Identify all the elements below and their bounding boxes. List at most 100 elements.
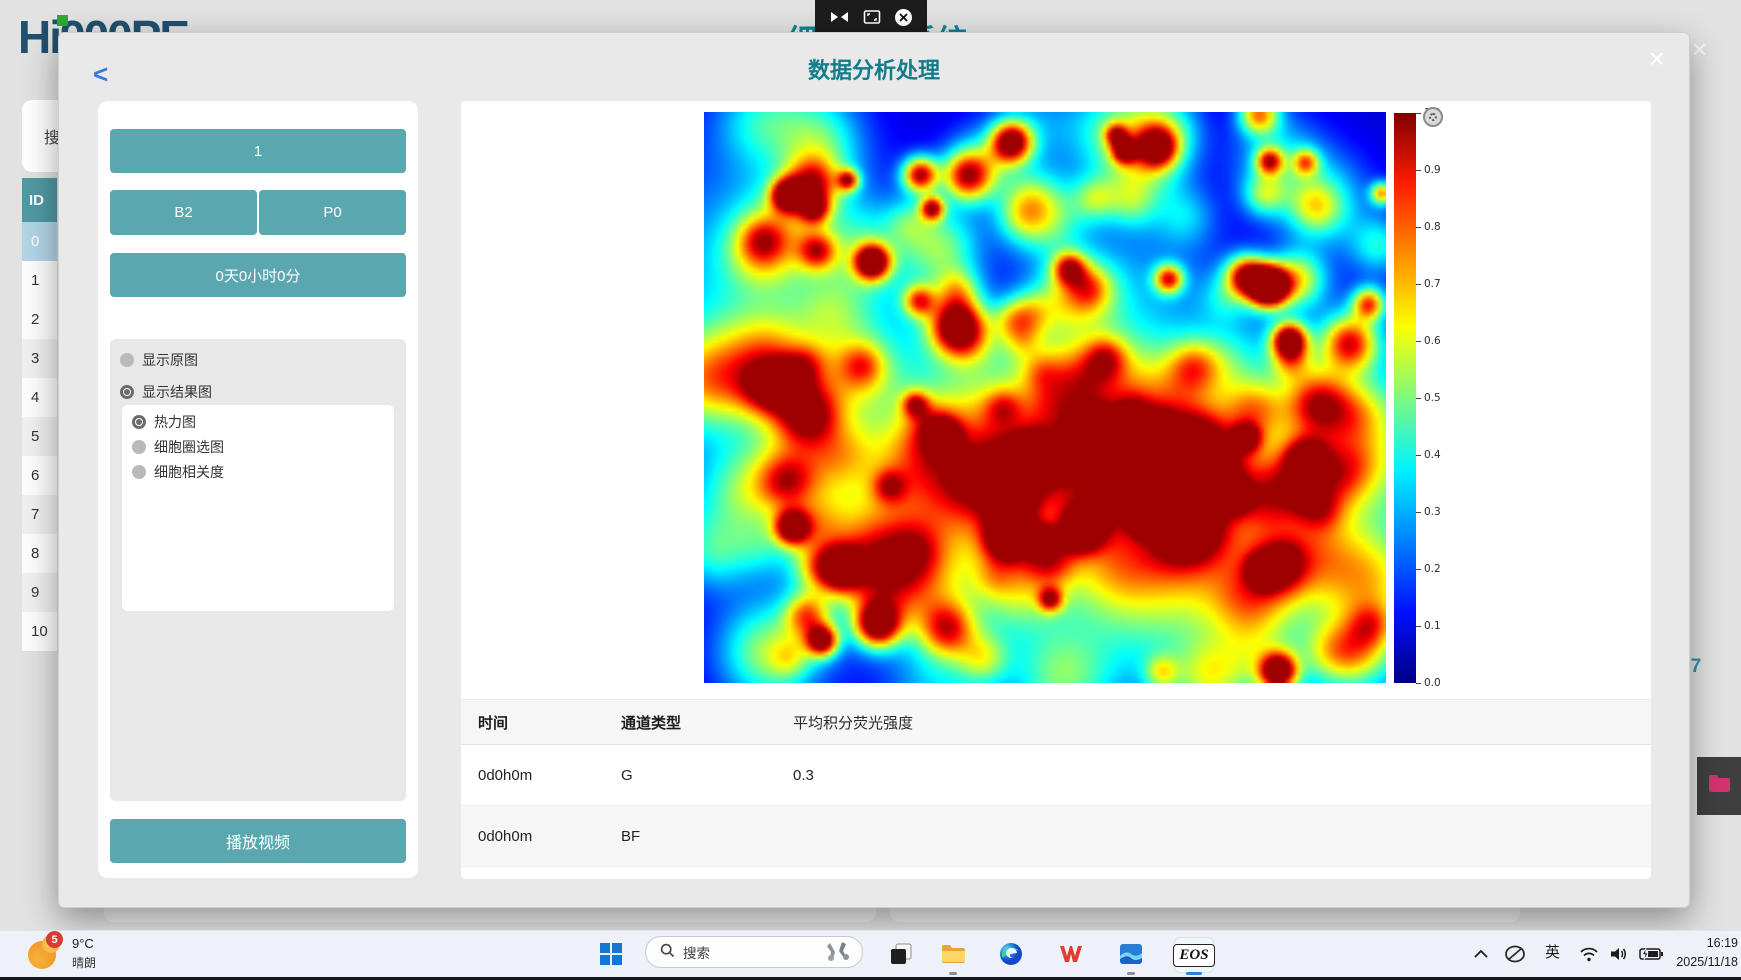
tick-mark [1416,284,1421,285]
ime-indicator[interactable]: 英 [1545,941,1560,962]
id-row-selected[interactable]: 0 [22,222,57,261]
task-view-icon[interactable] [888,941,914,967]
tick-mark [1416,683,1421,684]
display-option-radio[interactable]: 显示原图 [120,349,406,371]
id-row[interactable]: 9 [22,573,57,612]
colorbar-tick: 0.5 [1416,392,1441,404]
tick-label: 0.9 [1424,164,1441,176]
table-header-row: 时间 通道类型 平均积分荧光强度 [461,699,1651,745]
colorbar-tool-icon[interactable] [1423,107,1443,127]
radio-label: 细胞相关度 [154,462,224,482]
colorbar-tick: 0.9 [1416,164,1441,176]
edge-browser-icon[interactable] [998,941,1024,967]
result-option-list: 热力图 细胞圈选图 细胞相关度 [122,413,394,480]
pink-folder-icon [1709,778,1730,792]
radio-icon [120,385,134,399]
colorbar [1394,113,1416,683]
tick-mark [1416,398,1421,399]
tick-mark [1416,569,1421,570]
result-option-radio[interactable]: 细胞相关度 [132,463,394,480]
active-app-indicator [1186,972,1202,975]
well-button[interactable]: 1 [110,129,406,173]
time-button[interactable]: 0天0小时0分 [110,253,406,297]
weather-condition: 晴朗 [72,954,96,971]
close-circle-icon[interactable] [894,8,913,27]
colorbar-tick: 0.4 [1416,449,1441,461]
id-row[interactable]: 7 [22,495,57,534]
display-option-radio[interactable]: 显示结果图 [120,381,406,403]
search-placeholder: 搜索 [683,942,814,962]
dialog-close-icon[interactable]: × [1649,45,1665,73]
tick-mark [1416,626,1421,627]
file-explorer-icon[interactable] [940,941,966,967]
screen: Hi900PE 细胞分析系统 × 搜 ID 0 12345678910 57 <… [0,0,1741,980]
colorbar-ticks: 1.0 0.9 0.8 0.7 [1416,107,1441,689]
result-option-radio[interactable]: 热力图 [132,413,394,430]
radio-icon [132,415,146,429]
dialog-title: 数据分析处理 [59,53,1689,85]
data-analysis-dialog: < 数据分析处理 × 1 B2 P0 0天0小时0分 显示原图 [58,32,1690,908]
search-icon [660,943,675,961]
floating-folder-tile[interactable] [1697,757,1741,815]
tick-label: 0.3 [1424,506,1441,518]
colorbar-tick: 0.3 [1416,506,1441,518]
volume-icon[interactable] [1606,941,1632,967]
eos-app-icon[interactable]: EOS [1174,937,1214,973]
id-row[interactable]: 4 [22,378,57,417]
tick-label: 0.6 [1424,335,1441,347]
tick-mark [1416,341,1421,342]
wps-office-icon[interactable] [1058,941,1084,967]
search-highlight-image [822,940,852,965]
tray-chevron-up-icon[interactable] [1468,941,1494,967]
tray-disabled-status-icon[interactable] [1502,941,1528,967]
id-row[interactable]: 1 [22,261,57,300]
result-option-radio[interactable]: 细胞圈选图 [132,438,394,455]
row-button[interactable]: B2 [110,190,257,235]
resize-icon[interactable] [863,9,881,25]
background-close-icon[interactable]: × [1692,36,1707,62]
clock-time: 16:19 [1640,934,1738,953]
photos-app-icon[interactable] [1118,941,1144,967]
colorbar-tick: 0.6 [1416,335,1441,347]
radio-label: 显示原图 [142,350,198,370]
table-header: 时间 [461,712,621,733]
background-card-edge [104,908,876,922]
clock-date: 2025/11/18 [1640,953,1738,972]
taskbar-search[interactable]: 搜索 [645,936,863,968]
collapse-icon[interactable] [830,9,850,25]
running-indicator [1127,972,1135,975]
colorbar-tick: 0.7 [1416,278,1441,290]
radio-icon [132,465,146,479]
radio-label: 细胞圈选图 [154,437,224,457]
id-row-list: 12345678910 [22,261,57,651]
table-row: 0d0h0m BF [461,806,1651,867]
id-row[interactable]: 3 [22,339,57,378]
taskbar-weather-widget[interactable]: 5 9°C 晴朗 [24,933,154,977]
tick-label: 0.8 [1424,221,1441,233]
tick-mark [1416,113,1421,114]
tick-label: 0.7 [1424,278,1441,290]
eos-label: EOS [1173,944,1214,967]
column-button[interactable]: P0 [259,190,406,235]
colorbar-tick: 0.8 [1416,221,1441,233]
id-row[interactable]: 10 [22,612,57,651]
cell-value: 0.3 [793,767,1651,784]
tick-label: 0.5 [1424,392,1441,404]
cell-channel: G [621,767,793,784]
colorbar-tick: 0.0 [1416,677,1441,689]
id-row[interactable]: 2 [22,300,57,339]
id-row[interactable]: 8 [22,534,57,573]
id-row[interactable]: 5 [22,417,57,456]
cell-channel: BF [621,828,793,845]
play-video-button[interactable]: 播放视频 [110,819,406,863]
wifi-icon[interactable] [1576,941,1602,967]
tick-label: 0.0 [1424,677,1441,689]
taskbar-clock[interactable]: 16:19 2025/11/18 [1640,934,1738,973]
tick-mark [1416,170,1421,171]
table-header: 平均积分荧光强度 [793,712,1651,733]
radio-label: 显示结果图 [142,382,212,402]
tick-label: 0.2 [1424,563,1441,575]
id-row[interactable]: 6 [22,456,57,495]
start-button[interactable] [598,941,624,967]
floating-toolbar [815,0,927,34]
